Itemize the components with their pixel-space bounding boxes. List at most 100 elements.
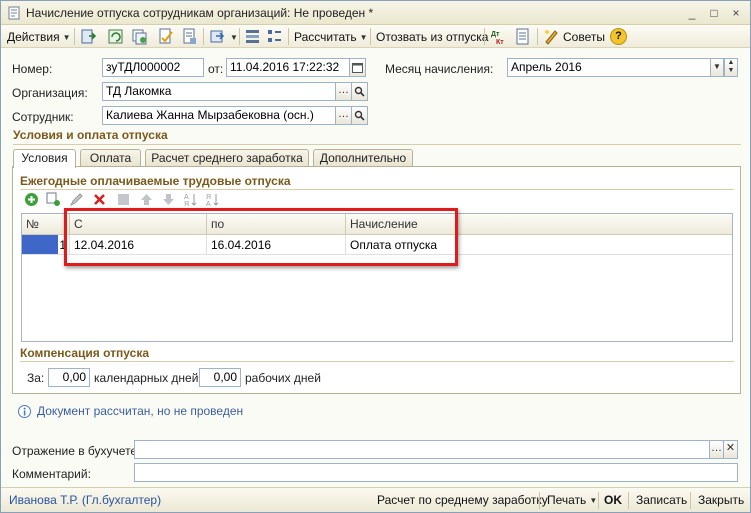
copy-icon[interactable] — [131, 28, 148, 45]
end-edit-icon[interactable] — [116, 192, 131, 207]
organization-select-button[interactable]: … — [335, 82, 352, 101]
exit-icon[interactable] — [80, 28, 97, 45]
month-field[interactable]: Апрель 2016 — [507, 58, 711, 77]
unpost-document-icon[interactable] — [181, 28, 198, 45]
svg-text:Дт: Дт — [491, 31, 500, 38]
search-icon — [354, 86, 365, 97]
tips-button[interactable]: Советы — [563, 29, 605, 45]
compensation-title: Компенсация отпуска — [20, 346, 150, 360]
column-header-number[interactable]: № — [22, 214, 70, 235]
chevron-down-icon[interactable]: ▼ — [230, 33, 238, 42]
tab-payment[interactable]: Оплата — [80, 149, 141, 167]
working-days-field[interactable]: 0,00 — [199, 368, 241, 387]
sort-desc-icon[interactable]: ЯА — [205, 192, 220, 207]
tab-conditions[interactable]: Условия — [13, 149, 76, 168]
chevron-up-icon: ▲ — [727, 59, 735, 66]
avg-earnings-calc-button[interactable]: Расчет по среднему заработку — [377, 493, 548, 507]
toolbar-separator — [203, 28, 204, 45]
section-title: Условия и оплата отпуска — [13, 128, 168, 142]
add-icon[interactable] — [24, 192, 39, 207]
based-on-icon[interactable] — [209, 28, 226, 45]
report-icon[interactable] — [514, 28, 531, 45]
employee-field[interactable]: Калиева Жанна Мырзабековна (осн.) — [102, 106, 336, 125]
print-menu[interactable]: Печать ▼ — [547, 493, 597, 507]
accounting-select-button[interactable]: … — [709, 440, 724, 459]
structure-icon[interactable] — [266, 28, 283, 45]
number-label: Номер: — [12, 62, 53, 76]
row-to-cell[interactable]: 16.04.2016 — [207, 235, 346, 255]
status-separator — [690, 492, 691, 509]
maximize-button[interactable]: □ — [706, 5, 722, 21]
info-icon — [18, 405, 31, 418]
calculate-menu[interactable]: Рассчитать ▼ — [294, 29, 368, 45]
calculate-menu-label: Рассчитать — [294, 30, 357, 44]
status-bar: Иванова Т.Р. (Гл.бухгалтер) Расчет по ср… — [1, 487, 750, 512]
svg-text:Я: Я — [184, 201, 189, 207]
row-from-cell[interactable]: 12.04.2016 — [70, 235, 207, 255]
help-button[interactable]: ? — [610, 28, 627, 45]
tips-icon[interactable] — [543, 28, 560, 45]
accounting-field[interactable] — [134, 440, 710, 459]
row-accrual-cell[interactable]: Оплата отпуска — [346, 235, 732, 255]
vacations-divider — [20, 189, 734, 190]
toolbar-separator — [537, 28, 538, 45]
window-title: Начисление отпуска сотрудникам организац… — [26, 6, 374, 20]
actions-menu[interactable]: Действия ▼ — [7, 29, 71, 45]
chevron-down-icon: ▼ — [589, 496, 598, 505]
number-field[interactable]: зуТДЛ000002 — [102, 58, 204, 77]
column-header-to[interactable]: по — [207, 214, 346, 235]
close-button[interactable]: Закрыть — [698, 493, 744, 507]
section-divider — [13, 144, 741, 145]
tab-additional[interactable]: Дополнительно — [313, 149, 413, 167]
toolbar-separator — [370, 28, 371, 45]
date-label: от: — [208, 62, 224, 76]
list-view-icon[interactable] — [244, 28, 261, 45]
toolbar-separator — [484, 28, 485, 45]
search-icon — [354, 110, 365, 121]
chevron-down-icon: ▼ — [713, 62, 721, 71]
copy-row-icon[interactable] — [46, 192, 61, 207]
save-button[interactable]: Записать — [636, 493, 687, 507]
move-up-icon[interactable] — [139, 192, 154, 207]
delete-icon[interactable] — [92, 192, 107, 207]
month-label: Месяц начисления: — [385, 62, 494, 76]
status-separator — [598, 492, 599, 509]
tab-average-earnings[interactable]: Расчет среднего заработка — [145, 149, 309, 167]
close-window-button[interactable]: × — [728, 5, 744, 21]
accounting-clear-button[interactable]: ✕ — [723, 440, 738, 459]
sort-asc-icon[interactable]: АЯ — [183, 192, 198, 207]
ok-button[interactable]: OK — [604, 493, 622, 507]
month-spinner[interactable]: ▲ ▼ — [724, 58, 738, 77]
column-header-accrual[interactable]: Начисление — [346, 214, 732, 235]
info-message: Документ рассчитан, но не проведен — [37, 404, 244, 418]
svg-text:Я: Я — [206, 194, 211, 201]
responsible-user-link[interactable]: Иванова Т.Р. (Гл.бухгалтер) — [9, 493, 161, 507]
column-header-from[interactable]: С — [70, 214, 207, 235]
post-document-icon[interactable] — [157, 28, 174, 45]
chevron-down-icon: ▼ — [359, 33, 368, 42]
minimize-button[interactable]: _ — [684, 5, 700, 21]
organization-open-button[interactable] — [351, 82, 368, 101]
organization-label: Организация: — [12, 86, 88, 100]
row-number-cell[interactable]: 1 — [22, 235, 70, 255]
date-field[interactable]: 11.04.2016 17:22:32 — [226, 58, 350, 77]
dt-kt-icon[interactable]: ДтКт — [490, 28, 507, 45]
svg-text:Кт: Кт — [496, 39, 504, 45]
chevron-down-icon: ▼ — [62, 33, 71, 42]
recall-vacation-button[interactable]: Отозвать из отпуска — [376, 29, 488, 45]
organization-field[interactable]: ТД Лакомка — [102, 82, 336, 101]
employee-open-button[interactable] — [351, 106, 368, 125]
employee-select-button[interactable]: … — [335, 106, 352, 125]
edit-icon[interactable] — [69, 192, 84, 207]
refresh-icon[interactable] — [107, 28, 124, 45]
document-icon — [8, 6, 20, 20]
compensation-for-label: За: — [27, 371, 45, 385]
month-dropdown-button[interactable]: ▼ — [710, 58, 724, 77]
calendar-icon — [352, 63, 363, 73]
comment-field[interactable] — [134, 463, 738, 482]
move-down-icon[interactable] — [161, 192, 176, 207]
vacations-title: Ежегодные оплачиваемые трудовые отпуска — [20, 174, 291, 188]
calendar-days-field[interactable]: 0,00 — [48, 368, 90, 387]
calendar-button[interactable] — [349, 58, 366, 77]
comment-label: Комментарий: — [12, 467, 91, 481]
